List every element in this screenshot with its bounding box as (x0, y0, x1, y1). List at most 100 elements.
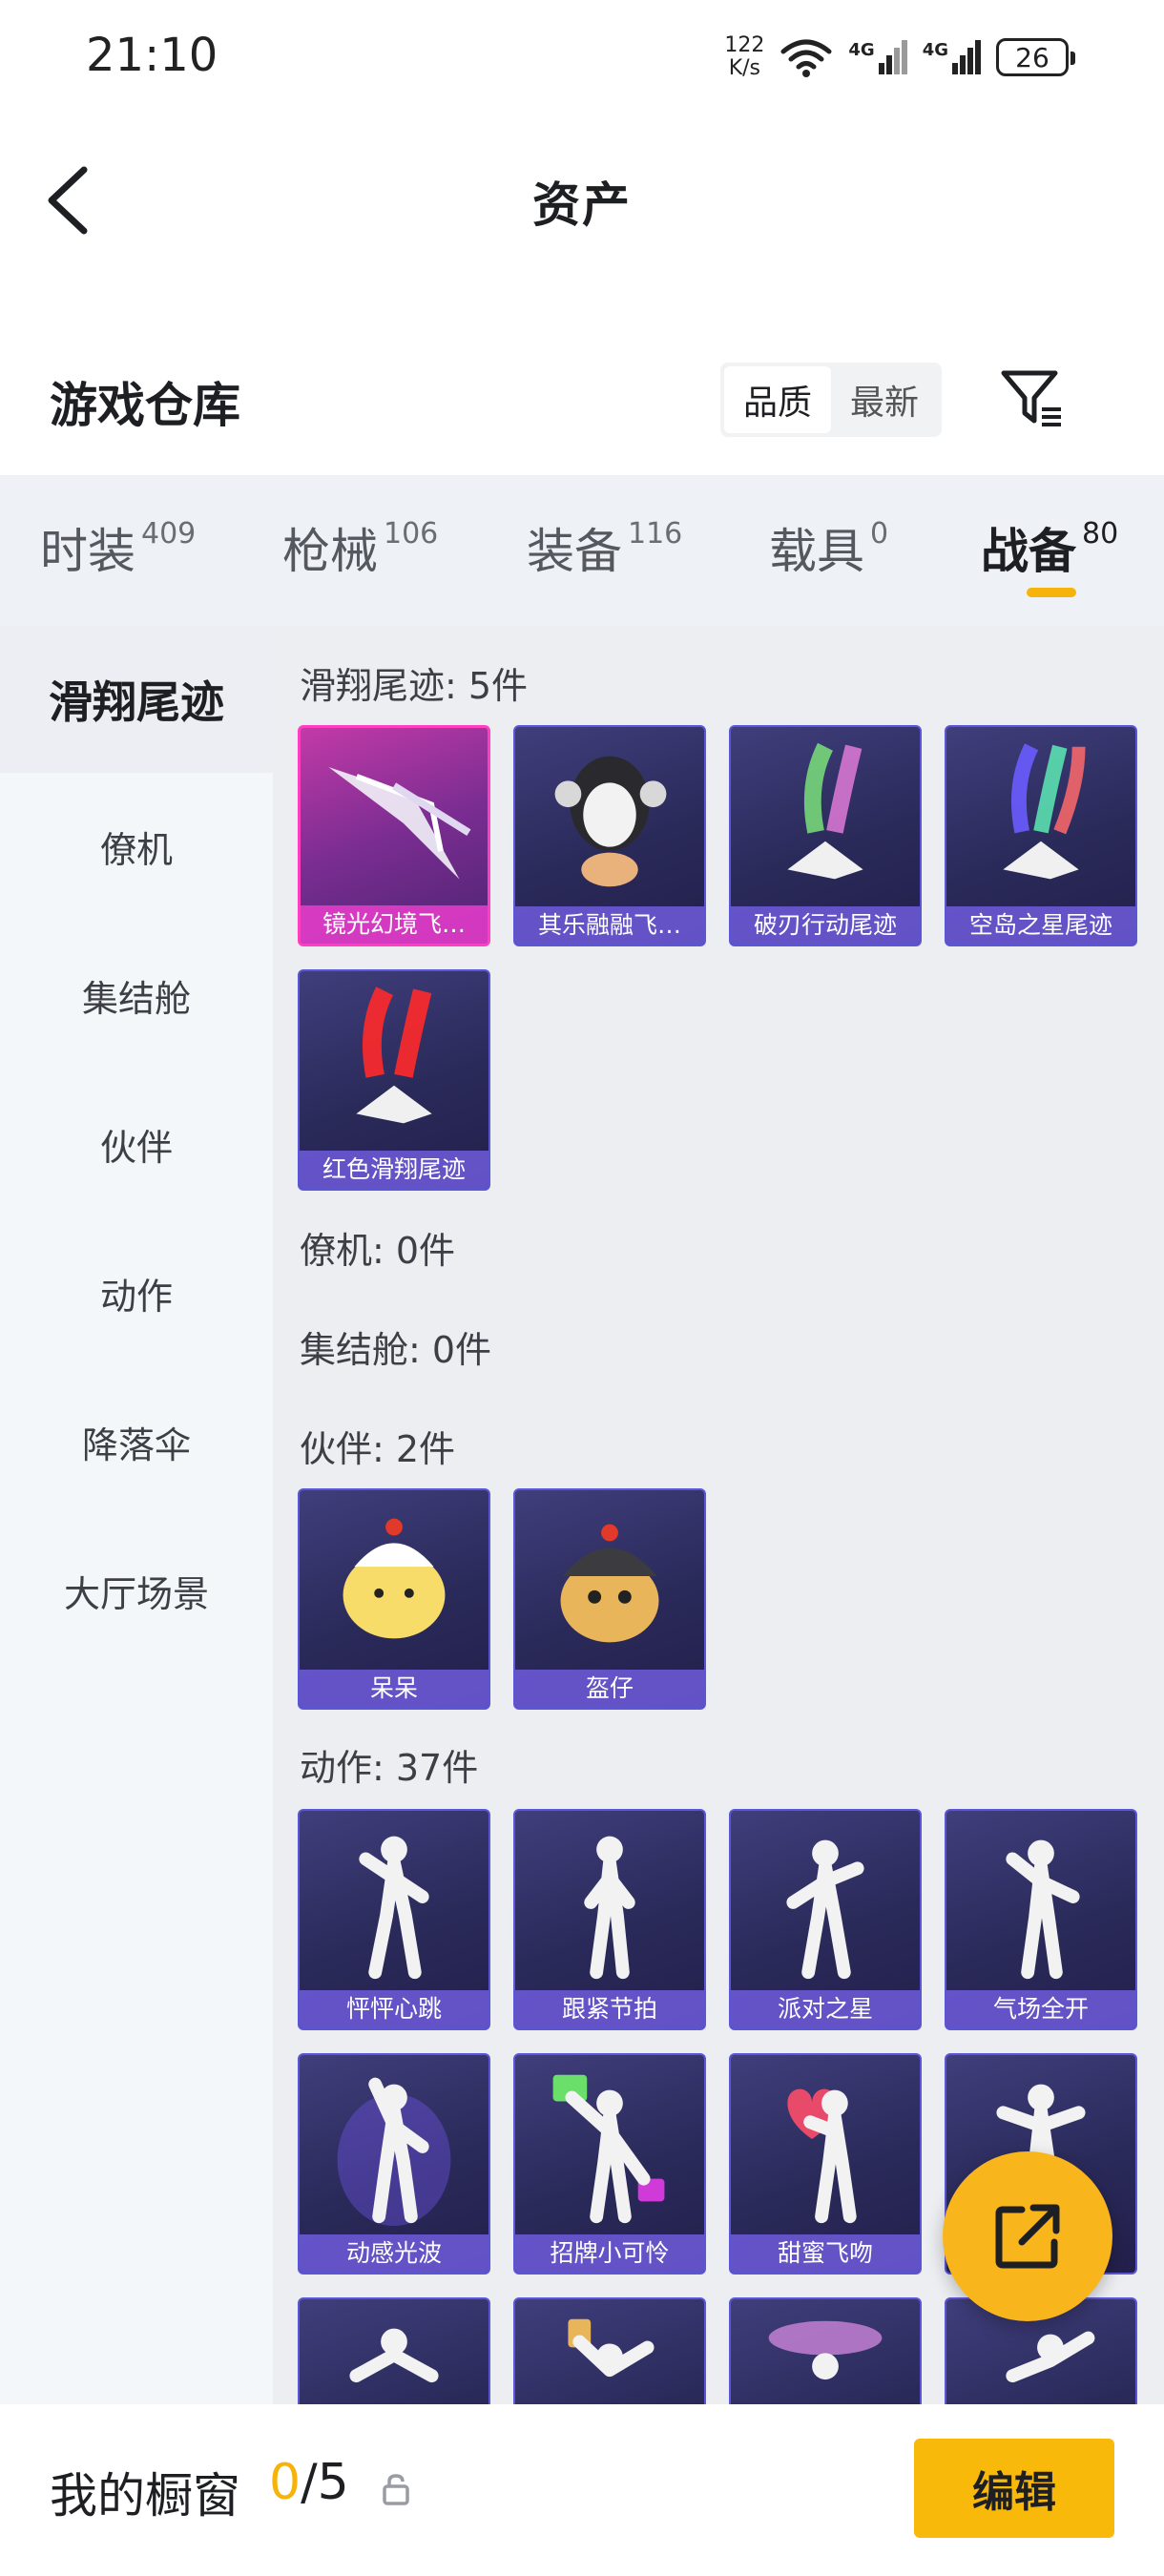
sidebar-item-parachute[interactable]: 降落伞 (0, 1368, 273, 1515)
tab-count: 106 (384, 517, 439, 551)
dancer-emote-art-icon (768, 2320, 883, 2380)
section-title-rally-pod: 集结舱: 0件 (300, 1329, 492, 1371)
sort-option-latest[interactable]: 最新 (831, 366, 938, 433)
section-title-companion: 伙伴: 2件 (300, 1428, 456, 1470)
item-name: 气场全开 (946, 1990, 1135, 2028)
item-card[interactable]: 派对之星 (729, 1809, 922, 2030)
sidebar-item-glide-trail[interactable]: 滑翔尾迹 (0, 626, 273, 773)
item-card[interactable] (729, 2297, 922, 2404)
tab-count: 116 (628, 517, 683, 551)
showcase-label: 我的橱窗 (50, 2468, 240, 2524)
showcase-current: 0 (269, 2454, 301, 2511)
wing-trail-art-icon (328, 767, 471, 880)
tab-label: 战备 (981, 524, 1076, 579)
dancer-emote-art-icon (349, 2328, 439, 2383)
showcase-bar: 我的橱窗 0/5 编辑 (0, 2404, 1164, 2576)
filter-icon[interactable] (1000, 367, 1065, 430)
chick-companion-art-icon (343, 1518, 446, 1639)
sky-island-trail-art-icon (1003, 743, 1086, 880)
dancer-emote-art-icon (584, 1836, 635, 1980)
item-name: 跟紧节拍 (515, 1990, 704, 2028)
app-header: 资产 (0, 143, 1164, 258)
battery-icon: 26 (996, 38, 1075, 76)
tab-vehicles[interactable]: 载具 0 (769, 513, 888, 582)
section-title-glide-trail: 滑翔尾迹: 5件 (300, 665, 529, 707)
sim1-label: 4G (848, 40, 875, 60)
tab-fashion[interactable]: 时装 409 (40, 513, 196, 582)
tab-count: 409 (141, 517, 197, 551)
item-card[interactable]: 甜蜜飞吻 (729, 2053, 922, 2275)
battery-level: 26 (1015, 41, 1050, 73)
sidebar-item-wingman[interactable]: 僚机 (0, 773, 273, 920)
item-card[interactable]: 破刃行动尾迹 (729, 725, 922, 946)
helmet-chick-art-icon (560, 1524, 659, 1643)
sort-option-quality[interactable]: 品质 (724, 366, 831, 433)
item-name: 盔仔 (515, 1670, 704, 1708)
tab-label: 枪械 (282, 524, 378, 579)
item-card[interactable]: 红色滑翔尾迹 (298, 969, 490, 1191)
dancer-emote-art-icon (552, 2074, 665, 2224)
item-name: 怦怦心跳 (300, 1990, 488, 2028)
tab-label: 载具 (769, 524, 864, 579)
sim2-label: 4G (922, 40, 948, 60)
status-time: 21:10 (86, 29, 218, 82)
wifi-icon (780, 39, 832, 77)
item-card[interactable]: 镜光幻境飞… (298, 725, 490, 946)
red-trail-art-icon (356, 987, 432, 1124)
penguin-trail-art-icon (554, 756, 667, 887)
sidebar-item-lobby-scene[interactable]: 大厅场景 (0, 1517, 273, 1664)
network-speed-unit: K/s (728, 56, 761, 80)
sidebar-item-emote[interactable]: 动作 (0, 1219, 273, 1366)
status-bar: 21:10 122 K/s 4G 4G 26 (0, 0, 1164, 114)
item-grid-panel: 滑翔尾迹: 5件 镜光幻境飞… 其乐融融飞… 破刃行动尾迹 空岛之星尾迹 红色滑… (273, 626, 1164, 2404)
showcase-count: 0/5 (269, 2454, 349, 2511)
showcase-total: /5 (301, 2454, 349, 2511)
sort-toggle: 品质 最新 (720, 363, 942, 437)
item-card[interactable]: 招牌小可怜 (513, 2053, 706, 2275)
item-name: 甜蜜飞吻 (731, 2234, 920, 2273)
tab-label: 装备 (527, 524, 622, 579)
share-button[interactable] (943, 2151, 1112, 2321)
section-title-emote: 动作: 37件 (300, 1747, 479, 1789)
dancer-emote-art-icon (1006, 1839, 1080, 1980)
tab-guns[interactable]: 枪械 106 (282, 513, 438, 582)
item-name: 呆呆 (300, 1670, 488, 1708)
share-icon (995, 2204, 1060, 2269)
item-name: 空岛之星尾迹 (946, 906, 1135, 945)
tab-equipment[interactable]: 装备 116 (527, 513, 682, 582)
item-card[interactable]: 盔仔 (513, 1488, 706, 1710)
item-card[interactable]: 怦怦心跳 (298, 1809, 490, 2030)
item-card[interactable]: 空岛之星尾迹 (945, 725, 1137, 946)
warehouse-title: 游戏仓库 (50, 378, 240, 433)
item-card[interactable]: 气场全开 (945, 1809, 1137, 2030)
sidebar-item-companion[interactable]: 伙伴 (0, 1070, 273, 1217)
dancer-emote-art-icon (337, 2077, 451, 2227)
sidebar: 滑翔尾迹 僚机 集结舱 伙伴 动作 降落伞 大厅场景 (0, 626, 273, 2404)
item-card[interactable]: 其乐融融飞… (513, 725, 706, 946)
item-card[interactable]: 呆呆 (298, 1488, 490, 1710)
item-card[interactable] (513, 2297, 706, 2404)
tab-battle-gear[interactable]: 战备 80 (981, 513, 1118, 582)
section-title-wingman: 僚机: 0件 (300, 1230, 456, 1272)
item-name: 镜光幻境飞… (301, 905, 488, 944)
network-speed-value: 122 (724, 33, 765, 57)
category-tabs: 时装 409 枪械 106 装备 116 载具 0 战备 80 (0, 475, 1164, 626)
item-name: 动感光波 (300, 2234, 488, 2273)
item-card[interactable]: 动感光波 (298, 2053, 490, 2275)
network-speed: 122 K/s (724, 34, 764, 80)
dancer-emote-art-icon (786, 1839, 864, 1980)
item-name: 派对之星 (731, 1990, 920, 2028)
tab-count: 0 (870, 517, 889, 551)
item-card[interactable] (298, 2297, 490, 2404)
sidebar-item-rally-pod[interactable]: 集结舱 (0, 922, 273, 1069)
edit-button[interactable]: 编辑 (914, 2439, 1114, 2538)
cellular-signal-2-icon: 4G (923, 40, 981, 74)
item-name: 其乐融融飞… (515, 906, 704, 945)
page-title: 资产 (532, 177, 632, 233)
item-name: 红色滑翔尾迹 (300, 1151, 488, 1189)
item-name: 招牌小可怜 (515, 2234, 704, 2273)
item-card[interactable]: 跟紧节拍 (513, 1809, 706, 2030)
dancer-emote-art-icon (787, 2088, 857, 2224)
rainbow-trail-art-icon (787, 742, 863, 880)
status-icons: 122 K/s 4G 4G 26 (724, 29, 1075, 86)
